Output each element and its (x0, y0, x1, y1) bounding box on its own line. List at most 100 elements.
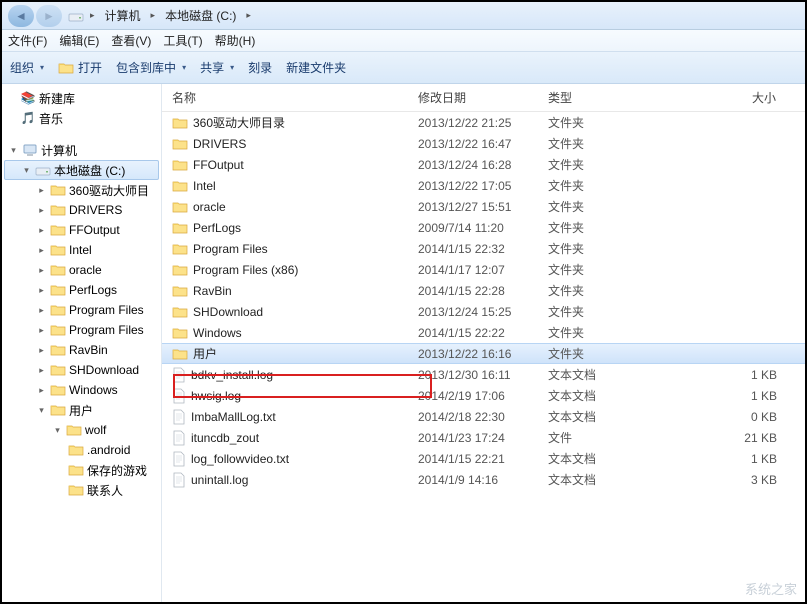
burn-button[interactable]: 刻录 (248, 59, 272, 76)
file-date: 2013/12/27 15:51 (408, 200, 538, 214)
column-name[interactable]: 名称 (162, 89, 408, 106)
folder-icon (50, 383, 66, 397)
file-row[interactable]: 360驱动大师目录2013/12/22 21:25文件夹 (162, 112, 805, 133)
file-icon (172, 409, 186, 425)
tree-node-folder[interactable]: ▸Windows (2, 380, 161, 400)
file-type: 文件夹 (538, 177, 668, 194)
folder-icon (68, 443, 84, 457)
expand-icon[interactable]: ▸ (36, 205, 47, 216)
column-date[interactable]: 修改日期 (408, 89, 538, 106)
folder-icon (68, 463, 84, 477)
file-row[interactable]: PerfLogs2009/7/14 11:20文件夹 (162, 217, 805, 238)
expand-icon[interactable]: ▸ (36, 305, 47, 316)
tree-node-folder[interactable]: 联系人 (2, 480, 161, 500)
column-type[interactable]: 类型 (538, 89, 668, 106)
expand-icon[interactable]: ▸ (36, 325, 47, 336)
expand-icon[interactable]: ▸ (36, 225, 47, 236)
expand-icon[interactable]: ▾ (21, 165, 32, 176)
folder-icon (172, 137, 188, 151)
tree-node-folder[interactable]: ▸DRIVERS (2, 200, 161, 220)
tree-node-folder[interactable]: .android (2, 440, 161, 460)
new-folder-button[interactable]: 新建文件夹 (286, 59, 346, 76)
expand-icon[interactable]: ▸ (36, 345, 47, 356)
tree-node-folder[interactable]: ▸Intel (2, 240, 161, 260)
file-row[interactable]: Intel2013/12/22 17:05文件夹 (162, 175, 805, 196)
breadcrumb-drive[interactable]: 本地磁盘 (C:) (161, 6, 240, 25)
file-date: 2013/12/24 16:28 (408, 158, 538, 172)
expand-icon[interactable]: ▸ (36, 265, 47, 276)
tree-node-newlib[interactable]: 📚 新建库 (2, 88, 161, 108)
file-row[interactable]: hwsig.log2014/2/19 17:06文本文档1 KB (162, 385, 805, 406)
menu-help[interactable]: 帮助(H) (215, 32, 256, 49)
file-name: ituncdb_zout (162, 430, 408, 446)
tree-node-folder[interactable]: ▸360驱动大师目 (2, 180, 161, 200)
file-row[interactable]: ituncdb_zout2014/1/23 17:24文件21 KB (162, 427, 805, 448)
file-row[interactable]: log_followvideo.txt2014/1/15 22:21文本文档1 … (162, 448, 805, 469)
folder-icon (50, 183, 66, 197)
file-row[interactable]: FFOutput2013/12/24 16:28文件夹 (162, 154, 805, 175)
tree-node-drive-c[interactable]: ▾ 本地磁盘 (C:) (4, 160, 159, 180)
file-row[interactable]: 用户2013/12/22 16:16文件夹 (162, 343, 805, 364)
folder-icon (172, 116, 188, 130)
menu-edit[interactable]: 编辑(E) (59, 32, 99, 49)
file-row[interactable]: DRIVERS2013/12/22 16:47文件夹 (162, 133, 805, 154)
share-button[interactable]: 共享 (200, 59, 234, 76)
file-name: hwsig.log (162, 388, 408, 404)
menu-file[interactable]: 文件(F) (8, 32, 47, 49)
column-size[interactable]: 大小 (668, 89, 805, 106)
tree-node-folder[interactable]: ▸SHDownload (2, 360, 161, 380)
nav-back-button[interactable]: ◄ (8, 5, 34, 27)
expand-icon[interactable]: ▸ (36, 285, 47, 296)
file-date: 2014/2/19 17:06 (408, 389, 538, 403)
menu-view[interactable]: 查看(V) (111, 32, 151, 49)
tree-node-folder[interactable]: ▸oracle (2, 260, 161, 280)
expand-icon[interactable]: ▾ (52, 425, 63, 436)
tree-node-music[interactable]: 🎵 音乐 (2, 108, 161, 128)
include-button[interactable]: 包含到库中 (116, 59, 186, 76)
chevron-right-icon[interactable]: ▸ (151, 10, 156, 21)
tree-node-computer[interactable]: ▾ 计算机 (2, 140, 161, 160)
file-row[interactable]: SHDownload2013/12/24 15:25文件夹 (162, 301, 805, 322)
file-row[interactable]: Windows2014/1/15 22:22文件夹 (162, 322, 805, 343)
tree-node-folder[interactable]: ▸Program Files (2, 320, 161, 340)
tree-node-user[interactable]: ▾ wolf (2, 420, 161, 440)
file-type: 文件夹 (538, 282, 668, 299)
file-date: 2014/1/15 22:22 (408, 326, 538, 340)
file-name: Program Files (162, 242, 408, 256)
file-row[interactable]: bdkv_install.log2013/12/30 16:11文本文档1 KB (162, 364, 805, 385)
file-row[interactable]: oracle2013/12/27 15:51文件夹 (162, 196, 805, 217)
file-row[interactable]: Program Files2014/1/15 22:32文件夹 (162, 238, 805, 259)
nav-forward-button[interactable]: ► (36, 5, 62, 27)
chevron-right-icon[interactable]: ▸ (246, 10, 251, 21)
file-name: PerfLogs (162, 221, 408, 235)
file-row[interactable]: unintall.log2014/1/9 14:16文本文档3 KB (162, 469, 805, 490)
file-row[interactable]: RavBin2014/1/15 22:28文件夹 (162, 280, 805, 301)
computer-icon (22, 143, 38, 157)
expand-icon[interactable]: ▸ (36, 185, 47, 196)
expand-icon[interactable]: ▾ (8, 145, 19, 156)
expand-icon[interactable]: ▸ (36, 365, 47, 376)
tree-node-folder[interactable]: ▸FFOutput (2, 220, 161, 240)
file-row[interactable]: ImbaMallLog.txt2014/2/18 22:30文本文档0 KB (162, 406, 805, 427)
tree-node-folder[interactable]: ▸RavBin (2, 340, 161, 360)
file-name: unintall.log (162, 472, 408, 488)
breadcrumb-computer[interactable]: 计算机 (101, 6, 145, 25)
menu-tools[interactable]: 工具(T) (163, 32, 202, 49)
tree-node-folder[interactable]: 保存的游戏 (2, 460, 161, 480)
file-size: 3 KB (668, 473, 805, 487)
open-button[interactable]: 打开 (58, 59, 102, 76)
expand-icon[interactable]: ▸ (36, 385, 47, 396)
expand-icon[interactable]: ▸ (36, 245, 47, 256)
folder-icon (50, 283, 66, 297)
file-name: SHDownload (162, 305, 408, 319)
chevron-right-icon[interactable]: ▸ (90, 10, 95, 21)
file-name: oracle (162, 200, 408, 214)
tree-node-folder[interactable]: ▾用户 (2, 400, 161, 420)
organize-button[interactable]: 组织 (10, 59, 44, 76)
folder-icon (172, 305, 188, 319)
expand-icon[interactable]: ▾ (36, 405, 47, 416)
tree-node-folder[interactable]: ▸Program Files (2, 300, 161, 320)
file-type: 文本文档 (538, 450, 668, 467)
file-row[interactable]: Program Files (x86)2014/1/17 12:07文件夹 (162, 259, 805, 280)
tree-node-folder[interactable]: ▸PerfLogs (2, 280, 161, 300)
